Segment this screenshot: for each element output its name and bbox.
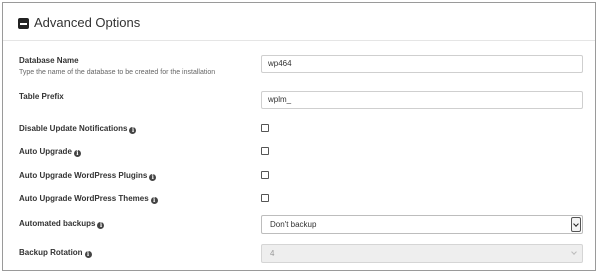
disable-update-notifications-text: Disable Update Notifications bbox=[19, 124, 128, 133]
chevron-down-icon bbox=[571, 249, 577, 255]
info-circle-icon[interactable]: i bbox=[84, 251, 92, 258]
backup-rotation-label: Backup Rotation i bbox=[19, 247, 92, 258]
disable-update-notifications-checkbox[interactable] bbox=[261, 124, 269, 132]
automated-backups-text: Automated backups bbox=[19, 219, 96, 228]
automated-backups-value: Don't backup bbox=[270, 220, 317, 229]
auto-upgrade-themes-checkbox[interactable] bbox=[261, 194, 269, 202]
minus-square-icon[interactable] bbox=[18, 18, 29, 29]
info-circle-icon[interactable]: i bbox=[73, 150, 81, 157]
info-circle-icon[interactable]: i bbox=[149, 174, 157, 181]
auto-upgrade-label: Auto Upgrade i bbox=[19, 146, 81, 157]
database-name-input[interactable]: wp464 bbox=[261, 55, 583, 73]
auto-upgrade-checkbox[interactable] bbox=[261, 147, 269, 155]
disable-update-notifications-label: Disable Update Notifications i bbox=[19, 123, 137, 134]
auto-upgrade-text: Auto Upgrade bbox=[19, 147, 72, 156]
database-name-help: Type the name of the database to be crea… bbox=[19, 69, 216, 76]
automated-backups-label: Automated backups i bbox=[19, 218, 105, 229]
chevron-down-icon[interactable] bbox=[571, 217, 581, 232]
info-circle-icon[interactable]: i bbox=[150, 197, 158, 204]
table-prefix-input[interactable]: wplm_ bbox=[261, 91, 583, 109]
advanced-options-panel: Advanced Options Database Name Type the … bbox=[2, 2, 596, 271]
automated-backups-select[interactable]: Don't backup bbox=[261, 215, 583, 234]
panel-header[interactable]: Advanced Options bbox=[3, 3, 595, 41]
table-prefix-label: Table Prefix bbox=[19, 92, 64, 101]
info-circle-icon[interactable]: i bbox=[97, 222, 105, 229]
backup-rotation-text: Backup Rotation bbox=[19, 248, 83, 257]
auto-upgrade-themes-label: Auto Upgrade WordPress Themes i bbox=[19, 193, 158, 204]
info-circle-icon[interactable]: i bbox=[129, 127, 137, 134]
backup-rotation-value: 4 bbox=[270, 249, 275, 258]
auto-upgrade-plugins-label: Auto Upgrade WordPress Plugins i bbox=[19, 170, 157, 181]
auto-upgrade-themes-text: Auto Upgrade WordPress Themes bbox=[19, 194, 149, 203]
panel-title: Advanced Options bbox=[34, 15, 141, 30]
auto-upgrade-plugins-text: Auto Upgrade WordPress Plugins bbox=[19, 171, 148, 180]
auto-upgrade-plugins-checkbox[interactable] bbox=[261, 171, 269, 179]
database-name-label: Database Name bbox=[19, 56, 79, 65]
backup-rotation-select: 4 bbox=[261, 244, 583, 263]
